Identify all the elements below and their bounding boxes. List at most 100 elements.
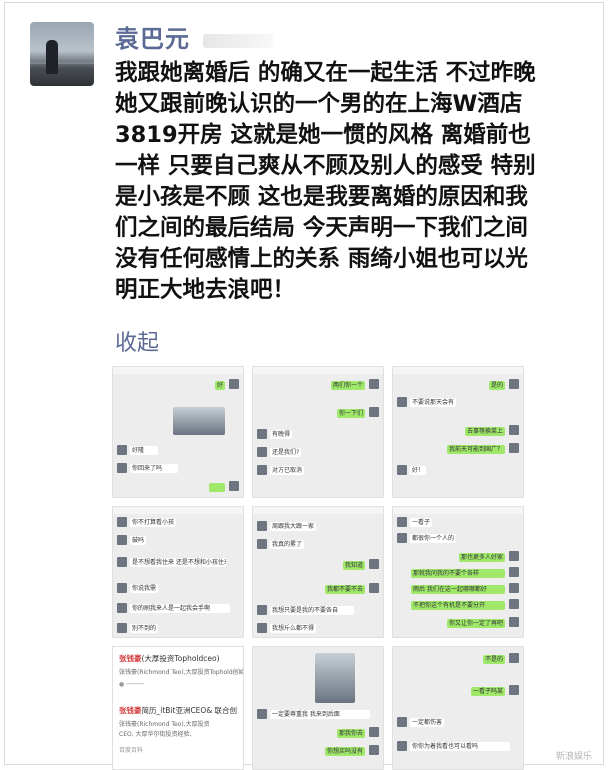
chat-bubble: 好隆 bbox=[130, 446, 158, 455]
chat-bubble: 我想斤么都不得 bbox=[270, 624, 317, 633]
post-line: 没有任何感情上的关系 雨绮小姐也可以光 bbox=[115, 246, 528, 272]
chat-avatar bbox=[369, 379, 379, 389]
chat-avatar bbox=[257, 709, 267, 719]
chat-avatar bbox=[397, 741, 407, 751]
result-source: 百度百科 bbox=[119, 747, 144, 754]
status-bar bbox=[113, 367, 243, 374]
chat-bubble: 那就我问我的不要个各样 bbox=[411, 569, 505, 578]
chat-bubble: 那我你去 bbox=[336, 729, 365, 738]
chat-avatar bbox=[509, 443, 519, 453]
chat-avatar bbox=[117, 517, 127, 527]
chat-bubble: 你你为着我看也可以看吗 bbox=[410, 742, 510, 751]
result-snippet: 张钱豪(Richmond Teo),大厚投资 bbox=[119, 721, 210, 728]
chat-avatar bbox=[257, 623, 267, 633]
chat-bubble: 是不想看我住来 还是不想和小孩住来 bbox=[130, 558, 226, 567]
status-bar bbox=[253, 507, 383, 514]
chat-avatar bbox=[117, 623, 127, 633]
chat-avatar bbox=[369, 583, 379, 593]
chat-bubble: 不把你这个有机是不要分开 bbox=[411, 601, 505, 610]
username[interactable]: 袁巴元 bbox=[115, 19, 190, 54]
chat-avatar bbox=[117, 535, 127, 545]
result-title-text: (大厚投资Topholdceo) bbox=[141, 654, 220, 663]
chat-avatar bbox=[257, 605, 267, 615]
chat-bubble: 还是我们? bbox=[270, 448, 302, 457]
chat-bubble: 有晚得 bbox=[270, 430, 293, 439]
chat-bubble: 你不打算看小孩 bbox=[130, 518, 177, 527]
chat-avatar bbox=[397, 397, 407, 407]
status-bar bbox=[393, 507, 523, 514]
search-result-screenshot[interactable]: 张钱豪(大厚投资Topholdceo) 张钱豪(Richmond Teo),大厚… bbox=[112, 646, 244, 770]
chat-avatar bbox=[257, 539, 267, 549]
chat-screenshot-6[interactable]: 一看子 都很你一个人的 那也更多人好家 那就我问我的不要个各样 雨后 我们在这一… bbox=[392, 506, 524, 638]
result-title: 张钱豪简历_itBit亚洲CEO& 联合创 bbox=[119, 705, 237, 716]
chat-avatar bbox=[509, 617, 519, 627]
result-snippet: CEO, 大厚华尔街投资经验, bbox=[119, 731, 192, 738]
watermark: 新浪娱乐 bbox=[555, 752, 592, 762]
chat-bubble: 我前天可能到国广？ bbox=[446, 445, 505, 454]
chat-avatar bbox=[117, 445, 127, 455]
chat-bubble: 我想只要是我的不要各自 bbox=[270, 606, 354, 615]
post-text: 我跟她离婚后 的确又在一起生活 不过昨晚 她又跟前晚认识的一个男的在上海W酒店 … bbox=[115, 58, 585, 306]
chat-avatar bbox=[257, 465, 267, 475]
chat-avatar bbox=[257, 447, 267, 457]
chat-bubble: 不要说那天会有 bbox=[410, 398, 457, 407]
chat-bubble: 你回来了吗 bbox=[130, 464, 178, 473]
chat-bubble: 我都不要不去 bbox=[324, 585, 365, 594]
status-bar bbox=[393, 367, 523, 374]
chat-avatar bbox=[397, 465, 407, 475]
username-redacted bbox=[203, 34, 273, 48]
chat-avatar bbox=[117, 583, 127, 593]
chat-bubble: 鼓吗 bbox=[130, 536, 147, 545]
chat-bubble: 我知道 bbox=[342, 561, 365, 570]
chat-bubble: 去事等换菜上 bbox=[464, 427, 505, 436]
chat-bubble: 是的 bbox=[488, 381, 505, 390]
post-line: 她又跟前晚认识的一个男的在上海W酒店 bbox=[115, 91, 523, 117]
chat-photo bbox=[173, 407, 225, 435]
post-line: 一样 只要自己爽从不顾及别人的感受 特别 bbox=[115, 153, 536, 179]
chat-avatar bbox=[397, 717, 407, 727]
chat-bubble: 一看子吗某 bbox=[470, 687, 505, 696]
chat-screenshot-9[interactable]: 不是的 一看子吗某 一定都伤害 你你为着我看也可以看吗 bbox=[392, 646, 524, 770]
status-bar bbox=[113, 507, 243, 514]
result-title-text: 简历_itBit亚洲CEO& 联合创 bbox=[141, 706, 238, 715]
chat-avatar bbox=[509, 567, 519, 577]
chat-screenshot-3[interactable]: 是的 不要说那天会有 去事等换菜上 我前天可能到国广？ 好！ bbox=[392, 366, 524, 498]
chat-avatar bbox=[509, 583, 519, 593]
chat-screenshot-5[interactable]: 周跟我大跟一家 我真的累了 我知道 我都不要不去 我想只要是我的不要各自 我想斤… bbox=[252, 506, 384, 638]
chat-avatar bbox=[509, 599, 519, 609]
chat-bubble: 不是的 bbox=[482, 655, 505, 664]
chat-avatar bbox=[509, 379, 519, 389]
chat-bubble: 两们你一个 bbox=[330, 381, 365, 390]
chat-avatar bbox=[229, 379, 239, 389]
post-line: 是小孩是不顾 这也是我要离婚的原因和我 bbox=[115, 184, 528, 210]
chat-screenshot-1[interactable]: 好 好隆 你回来了吗 bbox=[112, 366, 244, 498]
chat-screenshot-2[interactable]: 两们你一个 你一下们 有晚得 还是我们? 对方已取消 bbox=[252, 366, 384, 498]
avatar-horizon bbox=[30, 62, 94, 64]
collapse-link[interactable]: 收起 bbox=[115, 325, 159, 357]
chat-bubble bbox=[209, 483, 225, 492]
chat-bubble: 雨后 我们在这一起哪哪都好 bbox=[411, 585, 505, 594]
chat-avatar bbox=[369, 727, 379, 737]
chat-bubble: 我真的累了 bbox=[270, 540, 305, 549]
chat-screenshot-8[interactable]: 一定要尊重我 我来到后面 那我你去 你想买吗没有 bbox=[252, 646, 384, 770]
post-line: 我跟她离婚后 的确又在一起生活 不过昨晚 bbox=[115, 60, 536, 86]
chat-bubble: 一定都伤害 bbox=[410, 718, 445, 727]
chat-avatar bbox=[117, 463, 127, 473]
chat-screenshot-4[interactable]: 你不打算看小孩 鼓吗 是不想看我住来 还是不想和小孩住来 你说我需 你的刷我来人… bbox=[112, 506, 244, 638]
chat-bubble: 你说我需 bbox=[130, 584, 159, 593]
result-name: 张钱豪 bbox=[119, 706, 142, 715]
chat-bubble: 你想买吗没有 bbox=[324, 747, 365, 756]
avatar[interactable] bbox=[30, 22, 94, 86]
avatar-figure bbox=[46, 40, 58, 74]
chat-bubble: 你一下们 bbox=[336, 409, 365, 418]
chat-bubble: 好！ bbox=[410, 466, 427, 475]
chat-bubble: 对方已取消 bbox=[270, 466, 305, 475]
result-meta: ● ───── bbox=[119, 681, 145, 688]
chat-avatar bbox=[509, 685, 519, 695]
chat-avatar bbox=[117, 557, 127, 567]
result-title: 张钱豪(大厚投资Topholdceo) bbox=[119, 653, 220, 664]
chat-bubble: 都很你一个人的 bbox=[410, 534, 457, 543]
chat-bubble: 周跟我大跟一家 bbox=[270, 522, 317, 531]
chat-avatar bbox=[509, 551, 519, 561]
chat-bubble: 别不到的 bbox=[130, 624, 159, 633]
